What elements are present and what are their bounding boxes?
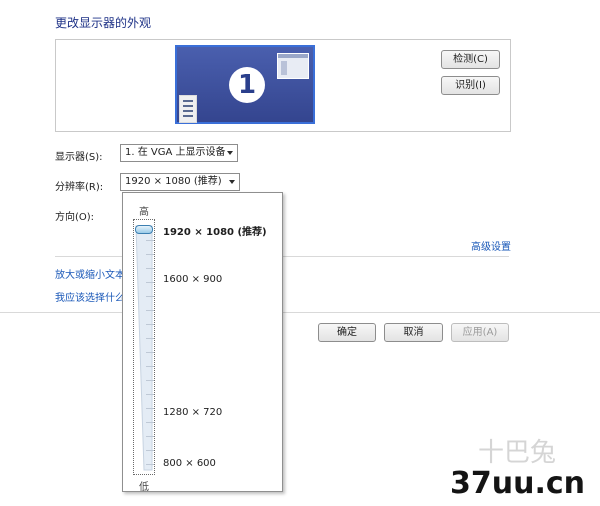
slider-tick (146, 464, 154, 465)
slider-tick (146, 296, 154, 297)
slider-tick (146, 408, 154, 409)
apply-button: 应用(A) (451, 323, 509, 342)
slider-tick (146, 394, 154, 395)
window-thumbnail-icon (277, 53, 309, 79)
high-label: 高 (139, 207, 149, 218)
slider-tick (146, 324, 154, 325)
resolution-option[interactable]: 1920 × 1080 (推荐) (163, 223, 267, 238)
slider-tick (146, 268, 154, 269)
resolution-option[interactable]: 1600 × 900 (163, 274, 222, 285)
which-settings-link[interactable]: 我应该选择什么 (55, 289, 125, 304)
resolution-dropdown[interactable]: 高 低 1920 × 1080 (推荐) 1600 × 900 1280 × 7… (122, 192, 283, 493)
resolution-option[interactable]: 1280 × 720 (163, 407, 222, 418)
detect-button[interactable]: 检测(C) (441, 50, 500, 69)
resolution-label: 分辨率(R): (55, 182, 104, 193)
slider-tick (146, 240, 154, 241)
slider-tick (146, 352, 154, 353)
identify-button[interactable]: 识别(I) (441, 76, 500, 95)
chevron-down-icon (229, 180, 235, 184)
resolution-select[interactable]: 1920 × 1080 (推荐) (120, 173, 240, 191)
resolution-slider-track[interactable] (133, 219, 155, 475)
ok-button[interactable]: 确定 (318, 323, 376, 342)
slider-tick (146, 366, 154, 367)
slider-tick (146, 450, 154, 451)
watermark-faint: 十巴兔 (478, 438, 557, 468)
slider-tick (146, 436, 154, 437)
resolution-select-value: 1920 × 1080 (推荐) (125, 176, 222, 187)
monitor-number: 1 (229, 67, 265, 103)
chevron-down-icon (227, 151, 233, 155)
slider-tick (146, 380, 154, 381)
monitor-preview-area: 1 检测(C) 识别(I) (55, 39, 511, 132)
slider-thumb[interactable] (135, 225, 153, 234)
site-watermark: 37uu.cn (450, 466, 585, 501)
slider-tick (146, 310, 154, 311)
enlarge-text-link[interactable]: 放大或缩小文本 (55, 266, 125, 281)
slider-tick (146, 282, 154, 283)
left-window-icon (179, 95, 197, 123)
advanced-settings-link[interactable]: 高级设置 (471, 238, 511, 253)
low-label: 低 (139, 482, 149, 493)
slider-tick (146, 338, 154, 339)
display-select-value: 1. 在 VGA 上显示设备 (125, 147, 226, 158)
slider-tick (146, 254, 154, 255)
resolution-option[interactable]: 800 × 600 (163, 458, 216, 469)
monitor-1-tile[interactable]: 1 (175, 45, 315, 124)
display-label: 显示器(S): (55, 152, 103, 163)
footer-divider (0, 312, 600, 313)
orientation-label: 方向(O): (55, 212, 95, 223)
display-select[interactable]: 1. 在 VGA 上显示设备 (120, 144, 238, 162)
page-title: 更改显示器的外观 (55, 16, 152, 30)
cancel-button[interactable]: 取消 (384, 323, 443, 342)
slider-tick (146, 422, 154, 423)
